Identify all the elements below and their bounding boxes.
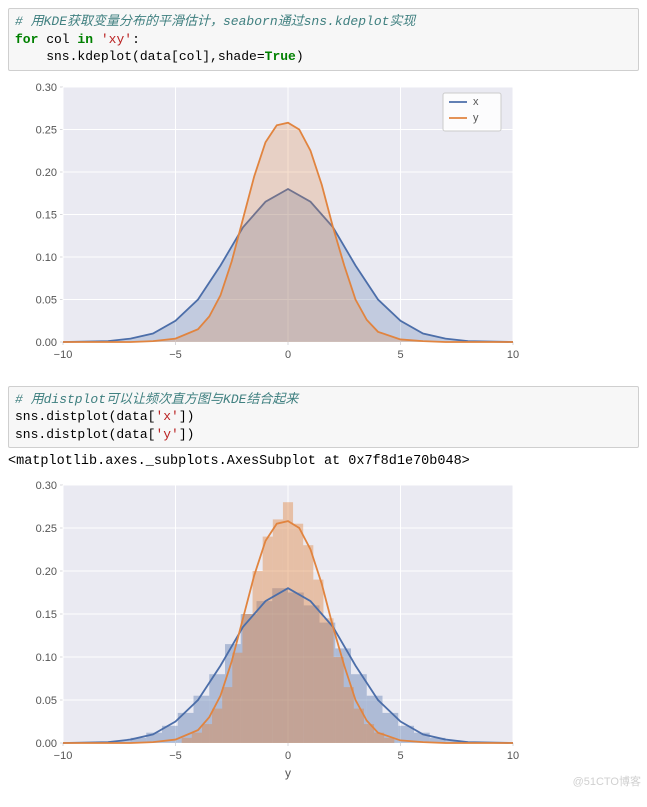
svg-text:0.30: 0.30 xyxy=(36,480,57,492)
svg-text:5: 5 xyxy=(397,349,403,361)
code-text: sns.kdeplot(data[col],shade= xyxy=(15,49,265,64)
distplot-chart: 0.000.050.100.150.200.250.30−10−50510y @… xyxy=(8,475,639,785)
svg-text:10: 10 xyxy=(507,349,519,361)
svg-text:0.30: 0.30 xyxy=(36,82,57,94)
code-text xyxy=(93,32,101,47)
svg-text:0.00: 0.00 xyxy=(36,337,57,349)
code-text: ]) xyxy=(179,409,195,424)
string-literal: 'x' xyxy=(155,409,178,424)
svg-text:0.20: 0.20 xyxy=(36,566,57,578)
svg-text:0.10: 0.10 xyxy=(36,252,57,264)
string-literal: 'xy' xyxy=(101,32,132,47)
comment: # 用distplot可以让频次直方图与KDE结合起来 xyxy=(15,392,298,407)
svg-text:0.05: 0.05 xyxy=(36,294,57,306)
svg-text:0.25: 0.25 xyxy=(36,523,57,535)
distplot-svg: 0.00 0.05 0.10 0.15 0.20 0.25 0.30 −10 −5 0 5 10 y xyxy=(8,475,528,785)
svg-text:0.15: 0.15 xyxy=(36,209,57,221)
svg-text:−5: −5 xyxy=(169,750,182,762)
kde-plot-svg: 0.00 0.05 0.10 0.15 0.20 0.25 0.30 −10 −5 0 5 10 xy xyxy=(8,77,528,372)
bool-literal: True xyxy=(265,49,296,64)
code-text: ) xyxy=(296,49,304,64)
string-literal: 'y' xyxy=(155,427,178,442)
code-text: : xyxy=(132,32,140,47)
svg-text:10: 10 xyxy=(507,750,519,762)
svg-text:y: y xyxy=(285,766,291,780)
code-text: col xyxy=(38,32,77,47)
code-text: sns.distplot(data[ xyxy=(15,427,155,442)
kde-chart: 0.00 0.05 0.10 0.15 0.20 0.25 0.30 −10 −5 0 5 10 xy xyxy=(8,77,639,372)
code-text: sns.distplot(data[ xyxy=(15,409,155,424)
svg-text:−10: −10 xyxy=(54,750,73,762)
svg-text:−10: −10 xyxy=(54,349,73,361)
svg-text:−5: −5 xyxy=(169,349,182,361)
svg-text:0.00: 0.00 xyxy=(36,738,57,750)
svg-text:0.10: 0.10 xyxy=(36,652,57,664)
svg-text:y: y xyxy=(473,112,479,124)
svg-text:0.05: 0.05 xyxy=(36,695,57,707)
kw-in: in xyxy=(77,32,93,47)
cell-output-repr: <matplotlib.axes._subplots.AxesSubplot a… xyxy=(8,454,639,469)
svg-text:0: 0 xyxy=(285,349,291,361)
watermark: @51CTO博客 xyxy=(573,773,641,789)
kw-for: for xyxy=(15,32,38,47)
svg-text:0.15: 0.15 xyxy=(36,609,57,621)
comment: # 用KDE获取变量分布的平滑估计，seaborn通过sns.kdeplot实现 xyxy=(15,14,415,29)
code-text: ]) xyxy=(179,427,195,442)
svg-text:5: 5 xyxy=(397,750,403,762)
svg-text:x: x xyxy=(473,96,479,108)
svg-text:0: 0 xyxy=(285,750,291,762)
code-cell-2: # 用distplot可以让频次直方图与KDE结合起来 sns.distplot… xyxy=(8,386,639,449)
code-cell-1: # 用KDE获取变量分布的平滑估计，seaborn通过sns.kdeplot实现… xyxy=(8,8,639,71)
svg-text:0.20: 0.20 xyxy=(36,167,57,179)
svg-text:0.25: 0.25 xyxy=(36,124,57,136)
